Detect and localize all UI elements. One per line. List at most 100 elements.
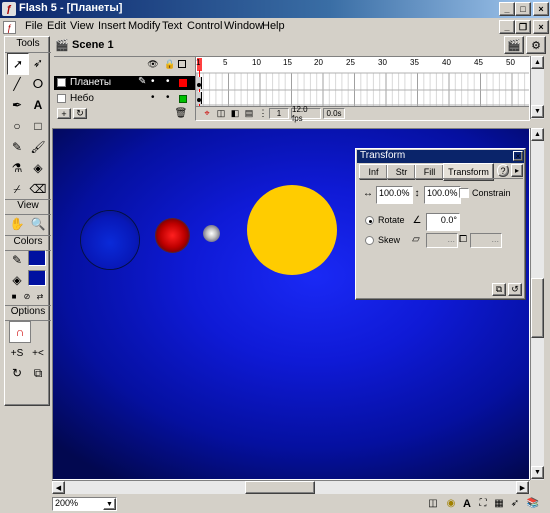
menu-text[interactable]: Text bbox=[162, 20, 182, 32]
height-field[interactable]: 100.0% bbox=[424, 186, 461, 204]
planet-blue[interactable] bbox=[81, 211, 139, 269]
skew-vertical-field[interactable]: ... bbox=[470, 233, 502, 248]
skew-radio[interactable] bbox=[365, 236, 374, 245]
minimize-button[interactable]: _ bbox=[499, 2, 515, 16]
menu-modify[interactable]: Modify bbox=[128, 20, 160, 32]
visible-dot[interactable]: • bbox=[151, 76, 155, 87]
eye-icon[interactable]: 👁 bbox=[147, 59, 159, 69]
scroll-left-icon[interactable]: ◀ bbox=[52, 481, 65, 494]
pen-tool-icon[interactable]: ✒ bbox=[7, 95, 27, 115]
menu-help[interactable]: Help bbox=[262, 20, 285, 32]
menu-control[interactable]: Control bbox=[187, 20, 222, 32]
onion-outline-icon[interactable]: ◧ bbox=[229, 108, 241, 119]
center-frame-icon[interactable]: ⌖ bbox=[201, 108, 213, 119]
stage-vscrollbar[interactable]: ▲ ▼ bbox=[530, 128, 544, 480]
scroll-right-icon[interactable]: ▶ bbox=[516, 481, 529, 494]
arrow-tool-icon[interactable]: ➚ bbox=[7, 53, 29, 75]
lock-dot[interactable]: • bbox=[166, 92, 170, 103]
eyedropper-tool-icon[interactable]: ⌿ bbox=[7, 179, 27, 199]
edit-multiple-frames-icon[interactable]: ▤ bbox=[243, 108, 255, 119]
keyframe[interactable] bbox=[197, 92, 202, 104]
document-icon[interactable]: ƒ bbox=[3, 21, 16, 34]
edit-scene-button[interactable]: 🎬 bbox=[504, 36, 524, 54]
lock-icon[interactable]: 🔒 bbox=[164, 59, 176, 69]
actions-panel-icon[interactable]: ➶ bbox=[508, 497, 522, 510]
panel-menu-icon[interactable]: ▸ bbox=[511, 164, 523, 177]
copy-and-apply-icon[interactable]: ⧉ bbox=[492, 283, 506, 296]
scroll-down-icon[interactable]: ▼ bbox=[531, 105, 544, 118]
timeline-frames[interactable]: 1 5 10 15 20 25 30 35 40 45 50 ⌖ ◫ ◧ ▤ ⋮… bbox=[195, 56, 530, 123]
lasso-tool-icon[interactable]: ⵔ bbox=[28, 74, 48, 94]
fill-color-swatch[interactable] bbox=[28, 270, 46, 286]
edit-symbol-button[interactable]: ⚙ bbox=[526, 36, 546, 54]
layer-row-sky[interactable]: Небо • • bbox=[54, 92, 195, 106]
onion-skin-icon[interactable]: ◫ bbox=[215, 108, 227, 119]
modify-markers-icon[interactable]: ⋮ bbox=[257, 108, 269, 119]
text-tool-icon[interactable]: A bbox=[28, 95, 48, 115]
maximize-button[interactable]: □ bbox=[515, 2, 531, 16]
eraser-tool-icon[interactable]: ⌫ bbox=[28, 179, 48, 199]
outline-icon[interactable] bbox=[178, 60, 186, 68]
trash-icon[interactable]: 🗑 bbox=[174, 108, 188, 119]
layer-row-planets[interactable]: Планеты ✎ • • bbox=[54, 76, 195, 90]
help-icon[interactable]: ? bbox=[497, 164, 509, 177]
keyframe[interactable] bbox=[197, 77, 202, 89]
menu-window[interactable]: Window bbox=[224, 20, 263, 32]
lock-dot[interactable]: • bbox=[166, 76, 170, 87]
scroll-thumb[interactable] bbox=[531, 278, 544, 338]
pencil-tool-icon[interactable]: ✎ bbox=[7, 137, 27, 157]
add-layer-icon[interactable]: + bbox=[57, 108, 71, 119]
line-tool-icon[interactable]: ╱ bbox=[7, 74, 27, 94]
chevron-down-icon[interactable]: ▼ bbox=[103, 498, 116, 510]
menu-edit[interactable]: Edit bbox=[47, 20, 66, 32]
paint-bucket-tool-icon[interactable]: ◈ bbox=[28, 158, 48, 178]
rotate-radio[interactable] bbox=[365, 216, 374, 225]
library-icon[interactable]: 📚 bbox=[526, 497, 540, 510]
scroll-down-icon[interactable]: ▼ bbox=[531, 466, 544, 479]
hand-tool-icon[interactable]: ✋ bbox=[7, 214, 27, 234]
doc-close-button[interactable]: × bbox=[533, 20, 549, 34]
subselect-tool-icon[interactable]: ➶ bbox=[28, 53, 48, 73]
planet-red[interactable] bbox=[156, 219, 189, 252]
brush-tool-icon[interactable]: 🖌 bbox=[28, 137, 48, 157]
sun[interactable] bbox=[247, 185, 337, 275]
add-guide-layer-icon[interactable]: ↻ bbox=[73, 108, 87, 119]
rotate-field[interactable]: 0.0° bbox=[426, 213, 460, 231]
width-field[interactable]: 100.0% bbox=[376, 186, 413, 204]
constrain-checkbox[interactable] bbox=[459, 188, 469, 198]
skew-horizontal-field[interactable]: ... bbox=[426, 233, 458, 248]
timeline-scrollbar[interactable]: ▲ ▼ bbox=[530, 56, 544, 119]
planet-white[interactable] bbox=[203, 225, 220, 242]
mixer-panel-icon[interactable]: ◉ bbox=[444, 497, 458, 510]
ink-bottle-tool-icon[interactable]: ⚗ bbox=[7, 158, 27, 178]
zoom-tool-icon[interactable]: 🔍 bbox=[28, 214, 48, 234]
swap-colors-icon[interactable]: ⇄ bbox=[34, 290, 46, 302]
menu-insert[interactable]: Insert bbox=[98, 20, 126, 32]
character-panel-icon[interactable]: A bbox=[460, 497, 474, 510]
close-button[interactable]: × bbox=[533, 2, 549, 16]
instance-panel-icon[interactable]: ⛶ bbox=[476, 497, 490, 510]
menu-view[interactable]: View bbox=[70, 20, 94, 32]
scroll-thumb[interactable] bbox=[245, 481, 315, 494]
doc-minimize-button[interactable]: _ bbox=[499, 20, 515, 34]
panel-close-icon[interactable]: × bbox=[513, 151, 523, 161]
scroll-up-icon[interactable]: ▲ bbox=[531, 56, 544, 69]
stage-hscrollbar[interactable]: ◀ ▶ bbox=[52, 480, 530, 494]
zoom-select[interactable]: 200% ▼ bbox=[52, 497, 117, 511]
straighten-icon[interactable]: +< bbox=[28, 343, 48, 363]
magnet-icon[interactable]: ∩ bbox=[9, 321, 31, 343]
outline-color-swatch[interactable] bbox=[179, 79, 187, 87]
scroll-up-icon[interactable]: ▲ bbox=[531, 128, 544, 141]
outline-color-swatch[interactable] bbox=[179, 95, 187, 103]
smooth-icon[interactable]: +S bbox=[7, 343, 27, 363]
info-panel-icon[interactable]: ◫ bbox=[426, 497, 440, 510]
movie-explorer-icon[interactable]: ▦ bbox=[492, 497, 506, 510]
oval-tool-icon[interactable]: ○ bbox=[7, 116, 27, 136]
visible-dot[interactable]: • bbox=[151, 92, 155, 103]
no-color-icon[interactable]: ⊘ bbox=[21, 290, 33, 302]
doc-restore-button[interactable]: ❐ bbox=[515, 20, 531, 34]
rotate-icon[interactable]: ↻ bbox=[7, 363, 27, 383]
menu-file[interactable]: File bbox=[25, 20, 43, 32]
scale-icon[interactable]: ⧉ bbox=[28, 363, 48, 383]
reset-transform-icon[interactable]: ↺ bbox=[508, 283, 522, 296]
